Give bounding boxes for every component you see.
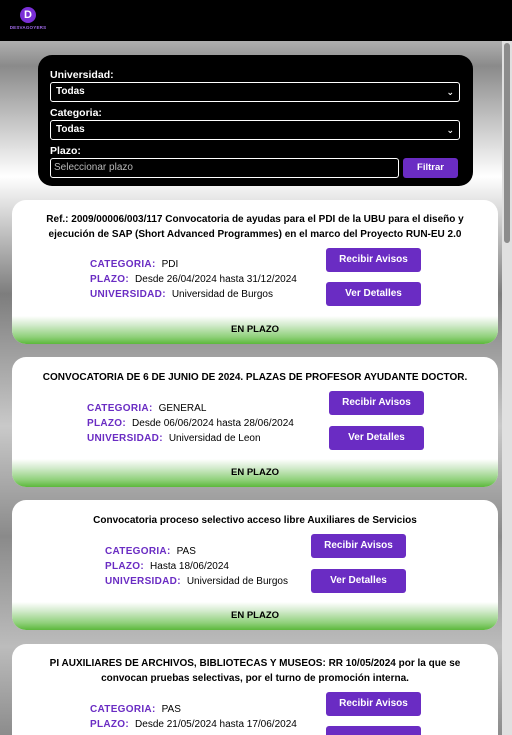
categoria-value: GENERAL (158, 403, 207, 414)
chevron-down-icon: ⌄ (446, 87, 454, 97)
filter-button[interactable]: Filtrar (403, 158, 458, 178)
card-info: CATEGORIA: PDI PLAZO: Desde 26/04/2024 has… (90, 257, 297, 302)
convocatoria-card: Ref.: 2009/00006/003/117 Convocatoria de… (12, 200, 498, 344)
plazo-label: PLAZO: (105, 561, 145, 572)
status-badge: EN PLAZO (12, 316, 498, 344)
card-info: CATEGORIA: PAS PLAZO: Desde 21/05/2024 has… (90, 702, 297, 732)
card-title: PI AUXILIARES DE ARCHIVOS, BIBLIOTECAS Y… (49, 658, 461, 684)
logo-text: DESVAGOYERS (9, 25, 47, 30)
card-info: CATEGORIA: GENERAL PLAZO: Desde 06/06/2024… (87, 401, 294, 446)
universidad-label: UNIVERSIDAD: (90, 289, 166, 300)
universidad-label: UNIVERSIDAD: (87, 433, 163, 444)
recibir-avisos-button[interactable]: Recibir Avisos (311, 534, 406, 558)
plazo-label: Plazo: (50, 145, 81, 157)
status-badge: EN PLAZO (12, 602, 498, 630)
card-info: CATEGORIA: PAS PLAZO: Hasta 18/06/2024 UNI… (105, 544, 288, 589)
categoria-label: Categoria: (50, 107, 102, 119)
convocatoria-card: PI AUXILIARES DE ARCHIVOS, BIBLIOTECAS Y… (12, 644, 498, 735)
universidad-value: Universidad de Burgos (171, 289, 273, 300)
categoria-select-value: Todas (56, 124, 85, 135)
card-title: Convocatoria proceso selectivo acceso li… (93, 515, 417, 526)
chevron-down-icon: ⌄ (446, 125, 454, 135)
ver-detalles-button[interactable]: Ver Detalles (329, 426, 424, 450)
recibir-avisos-button[interactable]: Recibir Avisos (326, 248, 421, 272)
scrollbar-thumb[interactable] (504, 43, 510, 243)
plazo-label: PLAZO: (90, 719, 130, 730)
universidad-value: Universidad de Burgos (186, 576, 288, 587)
categoria-label: CATEGORIA: (105, 546, 171, 557)
categoria-label: CATEGORIA: (87, 403, 153, 414)
convocatoria-card: Convocatoria proceso selectivo acceso li… (12, 500, 498, 630)
categoria-value: PAS (161, 704, 181, 715)
universidad-label: Universidad: (50, 69, 114, 81)
recibir-avisos-button[interactable]: Recibir Avisos (329, 391, 424, 415)
plazo-label: PLAZO: (87, 418, 127, 429)
categoria-value: PDI (161, 259, 179, 270)
page-scrollbar[interactable] (502, 41, 512, 735)
status-badge: EN PLAZO (12, 459, 498, 487)
logo-icon: D (20, 7, 36, 23)
plazo-value: Desde 06/06/2024 hasta 28/06/2024 (132, 418, 294, 429)
categoria-label: CATEGORIA: (90, 704, 156, 715)
plazo-value: Desde 21/05/2024 hasta 17/06/2024 (135, 719, 297, 730)
card-title: CONVOCATORIA DE 6 DE JUNIO DE 2024. PLAZ… (42, 372, 468, 383)
plazo-value: Hasta 18/06/2024 (150, 561, 229, 572)
plazo-value: Desde 26/04/2024 hasta 31/12/2024 (135, 274, 297, 285)
top-bar: D DESVAGOYERS (0, 0, 512, 41)
categoria-label: CATEGORIA: (90, 259, 156, 270)
universidad-select[interactable]: Todas ⌄ (50, 82, 460, 102)
recibir-avisos-button[interactable]: Recibir Avisos (326, 692, 421, 716)
categoria-select[interactable]: Todas ⌄ (50, 120, 460, 140)
universidad-label: UNIVERSIDAD: (105, 576, 181, 587)
convocatoria-card: CONVOCATORIA DE 6 DE JUNIO DE 2024. PLAZ… (12, 357, 498, 487)
card-title: Ref.: 2009/00006/003/117 Convocatoria de… (46, 214, 464, 240)
ver-detalles-button[interactable] (326, 726, 421, 735)
ver-detalles-button[interactable]: Ver Detalles (326, 282, 421, 306)
plazo-input[interactable]: Seleccionar plazo (50, 158, 399, 178)
ver-detalles-button[interactable]: Ver Detalles (311, 569, 406, 593)
universidad-select-value: Todas (56, 86, 85, 97)
universidad-value: Universidad de Leon (168, 433, 261, 444)
plazo-label: PLAZO: (90, 274, 130, 285)
filter-panel: Universidad: Todas ⌄ Categoria: Todas ⌄ … (38, 55, 473, 186)
categoria-value: PAS (176, 546, 196, 557)
site-logo[interactable]: D DESVAGOYERS (8, 6, 48, 36)
